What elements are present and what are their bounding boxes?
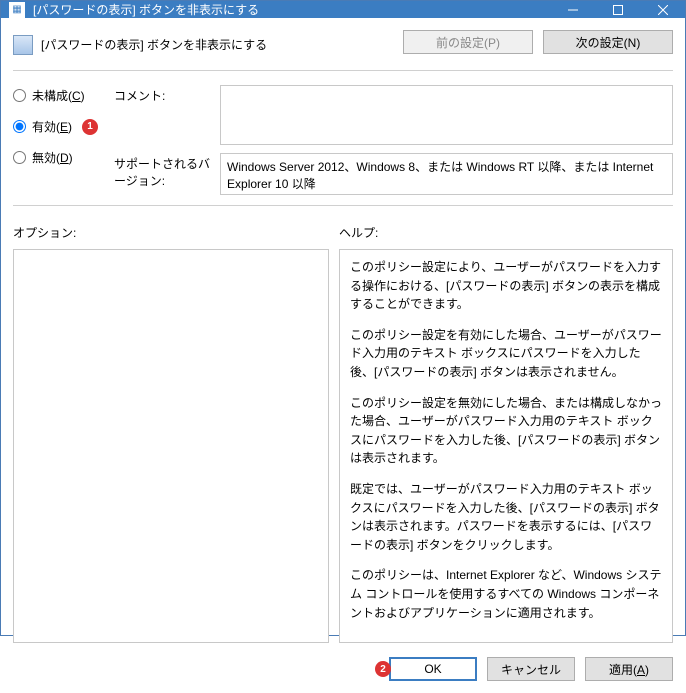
supported-version-text: Windows Server 2012、Windows 8、または Window… [220, 153, 673, 195]
annotation-badge-1: 1 [82, 119, 98, 135]
help-panel: このポリシー設定により、ユーザーがパスワードを入力する操作における、[パスワード… [339, 249, 673, 643]
minimize-button[interactable] [550, 1, 595, 18]
close-button[interactable] [640, 1, 685, 18]
supported-version-label: サポートされるバージョン: [114, 153, 214, 189]
options-panel [13, 249, 329, 643]
app-icon: ▦ [9, 2, 25, 18]
comment-textarea[interactable] [220, 85, 673, 145]
help-paragraph: このポリシー設定を無効にした場合、または構成しなかった場合、ユーザーがパスワード… [350, 394, 662, 468]
divider [13, 205, 673, 206]
not-configured-label[interactable]: 未構成(C) [32, 87, 85, 104]
window-title: [パスワードの表示] ボタンを非表示にする [33, 1, 550, 18]
help-paragraph: このポリシーは、Internet Explorer など、Windows システ… [350, 566, 662, 622]
options-label: オプション: [13, 224, 329, 241]
disabled-radio[interactable] [13, 151, 26, 164]
apply-button[interactable]: 適用(A) [585, 657, 673, 681]
maximize-button[interactable] [595, 1, 640, 18]
next-setting-button[interactable]: 次の設定(N) [543, 30, 673, 54]
annotation-badge-2: 2 [375, 661, 391, 677]
policy-title: [パスワードの表示] ボタンを非表示にする [41, 36, 395, 53]
help-label: ヘルプ: [339, 224, 378, 241]
enabled-label[interactable]: 有効(E) [32, 118, 72, 135]
help-paragraph: 既定では、ユーザーがパスワード入力用のテキスト ボックスにパスワードを入力した後… [350, 480, 662, 554]
disabled-label[interactable]: 無効(D) [32, 149, 73, 166]
close-icon [658, 5, 668, 15]
minimize-icon [568, 5, 578, 15]
state-radio-group: 未構成(C) 有効(E) 1 無効(D) [13, 85, 98, 195]
policy-icon [13, 35, 33, 55]
previous-setting-button[interactable]: 前の設定(P) [403, 30, 533, 54]
ok-button[interactable]: OK [389, 657, 477, 681]
comment-label: コメント: [114, 85, 214, 104]
enabled-radio[interactable] [13, 120, 26, 133]
maximize-icon [613, 5, 623, 15]
not-configured-radio[interactable] [13, 89, 26, 102]
help-paragraph: このポリシー設定により、ユーザーがパスワードを入力する操作における、[パスワード… [350, 258, 662, 314]
help-paragraph: このポリシー設定を有効にした場合、ユーザーがパスワード入力用のテキスト ボックス… [350, 326, 662, 382]
cancel-button[interactable]: キャンセル [487, 657, 575, 681]
divider [13, 70, 673, 71]
titlebar: ▦ [パスワードの表示] ボタンを非表示にする [1, 1, 685, 18]
